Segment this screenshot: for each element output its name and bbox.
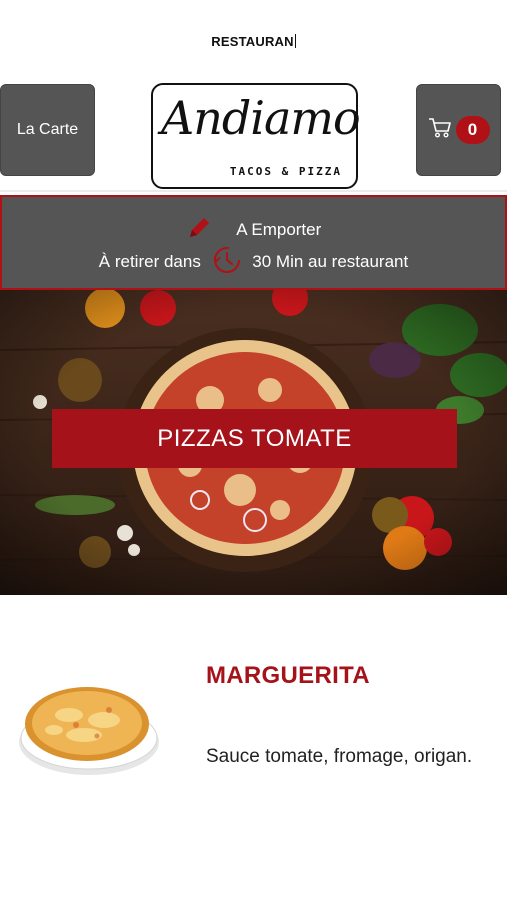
category-title-banner: PIZZAS TOMATE [52, 409, 457, 468]
product-description: Sauce tomate, fromage, origan. [206, 746, 473, 767]
logo: Andiamo TACOS & PIZZA [151, 83, 361, 189]
clock-icon [210, 245, 244, 280]
cart-count-badge: 0 [455, 116, 490, 144]
pickup-time-row: À retirer dans 30 Min au restaurant [2, 245, 505, 280]
pickup-time: 30 Min au restaurant [252, 251, 409, 271]
pickup-prefix: À retirer dans [98, 251, 201, 271]
page-title-text: RESTAURAN [211, 34, 294, 49]
cart-button[interactable]: 0 [416, 84, 501, 176]
logo-tagline: TACOS & PIZZA [229, 165, 342, 178]
cart-icon [428, 117, 452, 144]
category-hero[interactable]: PIZZAS TOMATE [0, 290, 507, 595]
product-item[interactable]: MARGUERITA Sauce tomate, fromage, origan… [0, 640, 507, 820]
header-divider [0, 190, 507, 192]
order-mode-bar[interactable]: A Emporter À retirer dans 30 Min au rest… [0, 195, 507, 290]
page-title: RESTAURAN [0, 34, 507, 49]
product-image [14, 680, 164, 785]
order-mode-row: A Emporter [2, 215, 505, 246]
logo-name: Andiamo [161, 91, 361, 145]
order-mode-label: A Emporter [236, 219, 322, 239]
text-caret [294, 34, 296, 48]
product-name: MARGUERITA [206, 662, 370, 689]
pencil-icon [186, 215, 212, 246]
category-title: PIZZAS TOMATE [157, 424, 352, 452]
menu-button[interactable]: La Carte [0, 84, 95, 176]
menu-button-label: La Carte [16, 121, 79, 138]
